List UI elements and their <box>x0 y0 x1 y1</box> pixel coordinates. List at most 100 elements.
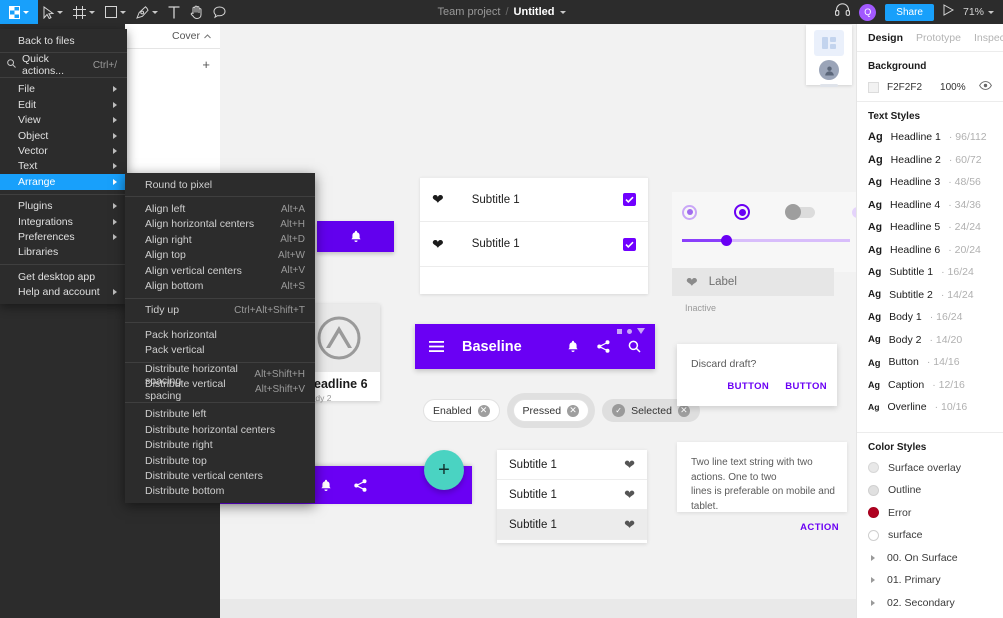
background-row[interactable]: F2F2F2 100% <box>868 81 992 93</box>
top-appbar-component[interactable]: Baseline <box>415 324 655 369</box>
chevron-right-icon[interactable] <box>871 554 875 561</box>
chevron-down-icon[interactable] <box>57 10 63 14</box>
page-row[interactable]: Cover <box>125 24 220 49</box>
menu-item-get-desktop-app[interactable]: Get desktop app <box>0 269 127 284</box>
text-style-row[interactable]: Ag Body 2 · 14/20 <box>868 334 992 346</box>
submenu-item-distribute-horizontal-centers[interactable]: Distribute horizontal centers <box>125 422 315 437</box>
submenu-item-align-horizontal-centers[interactable]: Align horizontal centers Alt+H <box>125 217 315 232</box>
menu-item-integrations[interactable]: Integrations <box>0 214 127 229</box>
submenu-item-align-bottom[interactable]: Align bottom Alt+S <box>125 278 315 293</box>
visibility-eye-icon[interactable] <box>979 81 992 93</box>
menu-item-libraries[interactable]: Libraries <box>0 245 127 260</box>
avatar[interactable]: Q <box>859 3 877 21</box>
share-button[interactable]: Share <box>885 3 934 21</box>
present-play-icon[interactable] <box>943 3 955 21</box>
list-item[interactable]: Subtitle 1 ❤ <box>497 480 647 510</box>
small-appbar-component[interactable] <box>317 221 394 252</box>
heart-icon[interactable]: ❤ <box>624 517 635 533</box>
dialog-button-1[interactable]: BUTTON <box>727 381 769 392</box>
menu-item-arrange[interactable]: Arrange <box>0 174 127 190</box>
color-style-row[interactable]: Surface overlay <box>868 462 992 474</box>
heart-icon[interactable]: ❤ <box>624 457 635 473</box>
submenu-item-round-to-pixel[interactable]: Round to pixel <box>125 177 315 192</box>
chip-pressed[interactable]: Pressed ✕ <box>512 399 590 422</box>
menu-item-quick-actions[interactable]: Quick actions... Ctrl+/ <box>0 53 127 77</box>
background-opacity[interactable]: 100% <box>940 82 966 93</box>
menu-item-view[interactable]: View <box>0 113 127 128</box>
chevron-right-icon[interactable] <box>871 577 875 583</box>
dialog-component[interactable]: Discard draft? BUTTON BUTTON <box>677 344 837 406</box>
chip-close-icon[interactable]: ✕ <box>477 404 490 417</box>
comment-tool-icon[interactable] <box>208 0 231 24</box>
chevron-down-icon[interactable] <box>23 10 29 14</box>
headphones-icon[interactable] <box>835 3 851 21</box>
chevron-down-icon[interactable] <box>120 10 126 14</box>
layers-list[interactable]: + <box>125 49 220 179</box>
chip-enabled[interactable]: Enabled ✕ <box>423 399 500 422</box>
background-swatch[interactable] <box>868 81 879 93</box>
menu-item-file[interactable]: File <box>0 82 127 97</box>
chevron-down-icon[interactable] <box>559 10 566 14</box>
inactive-tile-component[interactable]: ❤ Label <box>672 268 834 296</box>
chevron-down-icon[interactable] <box>988 10 994 14</box>
radio-button-selected[interactable] <box>734 204 750 220</box>
floating-action-button[interactable]: + <box>424 450 464 490</box>
chevron-right-icon[interactable] <box>871 599 875 606</box>
tab-design[interactable]: Design <box>868 32 903 44</box>
text-style-row[interactable]: Ag Overline · 10/16 <box>868 401 992 413</box>
snackbar-action[interactable]: ACTION <box>677 514 847 533</box>
favorites-list-component[interactable]: Subtitle 1 ❤ Subtitle 1 ❤ Subtitle 1 ❤ <box>497 450 647 543</box>
submenu-item-distribute-top[interactable]: Distribute top <box>125 453 315 468</box>
chevron-down-icon[interactable] <box>152 10 158 14</box>
file-name[interactable]: Untitled <box>514 6 555 18</box>
color-style-row[interactable]: 00. On Surface <box>868 552 992 564</box>
color-style-row[interactable]: Error <box>868 507 992 519</box>
submenu-item-distribute-left[interactable]: Distribute left <box>125 407 315 422</box>
text-style-row[interactable]: Ag Headline 6 · 20/24 <box>868 244 992 256</box>
tab-inspect[interactable]: Inspect <box>974 32 1003 44</box>
text-style-row[interactable]: Ag Headline 5 · 24/24 <box>868 221 992 233</box>
list-item[interactable]: Subtitle 1 ❤ <box>497 510 647 540</box>
list-row[interactable]: ❤ Subtitle 1 <box>420 222 648 267</box>
text-style-row[interactable]: Ag Headline 4 · 34/36 <box>868 199 992 211</box>
menu-item-help-and-account[interactable]: Help and account <box>0 284 127 299</box>
menu-item-back-to-files[interactable]: Back to files <box>0 33 127 48</box>
project-name[interactable]: Team project <box>438 6 501 18</box>
submenu-item-distribute-vertical-centers[interactable]: Distribute vertical centers <box>125 468 315 483</box>
checkbox-checked[interactable] <box>623 237 636 251</box>
tab-prototype[interactable]: Prototype <box>916 32 961 44</box>
color-style-row[interactable]: Outline <box>868 484 992 496</box>
background-hex[interactable]: F2F2F2 <box>887 82 922 93</box>
color-style-row[interactable]: 01. Primary <box>868 574 992 586</box>
list-item[interactable]: Subtitle 1 ❤ <box>497 450 647 480</box>
text-style-row[interactable]: Ag Subtitle 2 · 14/24 <box>868 289 992 301</box>
slider-knob[interactable] <box>721 235 732 246</box>
add-layer-icon[interactable]: + <box>202 57 210 72</box>
submenu-item-align-left[interactable]: Align left Alt+A <box>125 201 315 216</box>
dialog-button-2[interactable]: BUTTON <box>785 381 827 392</box>
slider-component[interactable] <box>682 235 850 246</box>
main-menu-icon[interactable] <box>0 0 38 24</box>
submenu-item-pack-vertical[interactable]: Pack vertical <box>125 343 315 358</box>
submenu-item-align-right[interactable]: Align right Alt+D <box>125 232 315 247</box>
arrange-submenu[interactable]: Round to pixel Align left Alt+A Align horiz… <box>125 173 315 504</box>
heart-icon[interactable]: ❤ <box>624 487 635 503</box>
radio-button-light[interactable] <box>682 204 697 220</box>
submenu-item-align-top[interactable]: Align top Alt+W <box>125 248 315 263</box>
switch-off[interactable] <box>785 203 815 220</box>
submenu-item-distribute-vertical-spacing[interactable]: Distribute vertical spacing Alt+Shift+V <box>125 378 315 402</box>
shape-tool-icon[interactable] <box>100 0 131 24</box>
frame-tool-icon[interactable] <box>68 0 100 24</box>
submenu-item-pack-horizontal[interactable]: Pack horizontal <box>125 327 315 342</box>
submenu-item-distribute-bottom[interactable]: Distribute bottom <box>125 484 315 499</box>
submenu-item-align-vertical-centers[interactable]: Align vertical centers Alt+V <box>125 263 315 278</box>
color-style-row[interactable]: surface <box>868 529 992 541</box>
text-style-row[interactable]: Ag Subtitle 1 · 16/24 <box>868 266 992 278</box>
submenu-item-tidy-up[interactable]: Tidy up Ctrl+Alt+Shift+T <box>125 303 315 318</box>
chip-close-icon[interactable]: ✕ <box>677 404 690 417</box>
chip-close-icon[interactable]: ✕ <box>567 404 580 417</box>
chevron-up-icon[interactable] <box>204 33 211 39</box>
color-style-row[interactable]: 02. Secondary <box>868 597 992 609</box>
menu-item-edit[interactable]: Edit <box>0 97 127 112</box>
menu-item-plugins[interactable]: Plugins <box>0 199 127 214</box>
